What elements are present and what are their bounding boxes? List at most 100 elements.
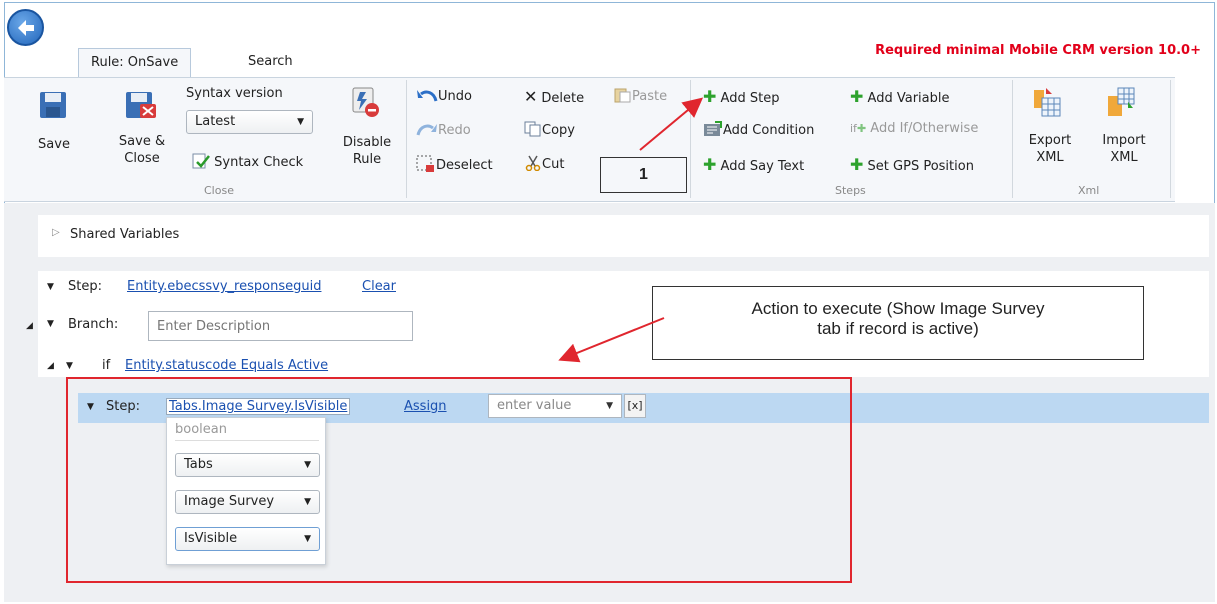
tab-search[interactable]: Search	[236, 48, 305, 77]
shared-variables-label: Shared Variables	[70, 227, 180, 242]
add-step-label: Add Step	[720, 91, 780, 106]
add-if-otherwise-label: Add If/Otherwise	[870, 121, 979, 136]
plus-icon: ✚	[850, 87, 864, 106]
disable-label-2: Rule	[352, 152, 382, 167]
add-step-button[interactable]: ✚ Add Step	[703, 87, 779, 106]
cut-label: Cut	[542, 157, 565, 172]
add-condition-button[interactable]: Add Condition	[703, 121, 814, 138]
collapse-triangle-icon[interactable]: ▼	[47, 319, 54, 329]
set-gps-button[interactable]: ✚ Set GPS Position	[850, 155, 974, 174]
if-label: if	[102, 358, 111, 373]
save-button[interactable]: Save	[34, 90, 74, 153]
tab-rule-label: Rule: OnSave	[91, 55, 179, 70]
syntax-version-value: Latest	[195, 114, 236, 129]
set-gps-label: Set GPS Position	[867, 159, 974, 174]
group-separator	[1012, 80, 1013, 198]
copy-label: Copy	[542, 123, 575, 138]
disable-rule-button[interactable]: Disable Rule	[338, 86, 396, 168]
collapse-triangle-icon[interactable]: ▼	[66, 361, 73, 371]
add-variable-button[interactable]: ✚ Add Variable	[850, 87, 949, 106]
tab-search-label: Search	[248, 54, 293, 69]
group-separator	[1170, 80, 1171, 198]
group-separator	[690, 80, 691, 198]
copy-icon	[524, 121, 541, 137]
plus-icon: ✚	[703, 155, 717, 174]
export-xml-icon	[1034, 88, 1061, 117]
undo-label: Undo	[438, 89, 472, 104]
if-collapse-icon[interactable]: ◢	[47, 361, 54, 371]
add-say-text-button[interactable]: ✚ Add Say Text	[703, 155, 804, 174]
add-say-text-label: Add Say Text	[720, 159, 805, 174]
cut-button[interactable]: Cut	[524, 155, 564, 172]
collapse-triangle-icon[interactable]: ▼	[47, 282, 54, 292]
tab-rule[interactable]: Rule: OnSave	[78, 48, 192, 77]
condition-link[interactable]: Entity.statuscode Equals Active	[125, 358, 328, 373]
version-requirement: Required minimal Mobile CRM version 10.0…	[875, 43, 1201, 58]
syntax-check-label: Syntax Check	[214, 155, 304, 170]
clear-link[interactable]: Clear	[362, 279, 396, 294]
plus-icon: ✚	[703, 87, 717, 106]
import-label-1: Import	[1102, 133, 1146, 148]
redo-icon	[416, 124, 437, 136]
back-button[interactable]	[7, 9, 44, 46]
callout-line-1: Action to execute (Show Image Survey	[751, 299, 1045, 318]
branch-description-input[interactable]	[148, 311, 413, 341]
export-label-2: XML	[1036, 150, 1064, 165]
annotation-callout: Action to execute (Show Image Survey tab…	[652, 286, 1144, 360]
deselect-icon	[416, 155, 434, 172]
paste-icon	[614, 88, 631, 103]
deselect-label: Deselect	[436, 158, 493, 173]
branch-collapse-icon[interactable]: ◢	[26, 321, 33, 331]
callout-line-2: tab if record is active)	[817, 319, 979, 338]
add-if-otherwise-button[interactable]: if✚ Add If/Otherwise	[850, 121, 978, 136]
disable-label-1: Disable	[342, 135, 392, 150]
undo-icon	[417, 90, 438, 102]
group-separator	[406, 80, 407, 198]
delete-icon: ✕	[524, 87, 538, 106]
import-xml-button[interactable]: Import XML	[1096, 86, 1152, 166]
save-close-button[interactable]: Save & Close	[112, 90, 172, 167]
group-xml-label: Xml	[1078, 184, 1100, 197]
delete-button[interactable]: ✕ Delete	[524, 87, 584, 106]
import-xml-icon	[1108, 87, 1135, 116]
paste-label: Paste	[632, 89, 668, 104]
branch-label: Branch:	[68, 317, 119, 332]
chevron-down-icon: ▼	[297, 117, 304, 127]
save-label: Save	[38, 137, 70, 152]
save-close-icon	[126, 92, 156, 118]
save-close-label-2: Close	[124, 151, 160, 166]
step-variable-link[interactable]: Entity.ebecssvy_responseguid	[127, 279, 321, 294]
copy-button[interactable]: Copy	[524, 121, 575, 138]
syntax-version-label: Syntax version	[186, 86, 283, 101]
export-xml-button[interactable]: Export XML	[1022, 86, 1078, 166]
scissors-icon	[525, 155, 541, 172]
group-close-label: Close	[204, 184, 234, 197]
save-icon	[40, 92, 66, 118]
shared-variables-panel[interactable]: ▷ Shared Variables	[38, 215, 1209, 257]
import-label-2: XML	[1110, 150, 1138, 165]
step-label: Step:	[68, 279, 102, 294]
add-condition-label: Add Condition	[723, 123, 815, 138]
export-label-1: Export	[1028, 133, 1072, 148]
plus-icon: ✚	[850, 155, 864, 174]
delete-label: Delete	[541, 91, 585, 106]
expand-triangle-icon: ▷	[52, 227, 60, 238]
arrow-left-icon	[18, 20, 34, 36]
highlight-box	[66, 377, 852, 583]
if-plus-icon: if✚	[850, 122, 867, 135]
disable-rule-icon	[352, 87, 379, 117]
redo-label: Redo	[438, 123, 471, 138]
syntax-check-icon	[192, 153, 210, 169]
undo-button[interactable]: Undo	[416, 87, 472, 104]
add-variable-label: Add Variable	[867, 91, 950, 106]
paste-button[interactable]: Paste	[614, 87, 667, 104]
deselect-button[interactable]: Deselect	[416, 155, 493, 173]
group-steps-label: Steps	[835, 184, 866, 197]
redo-button[interactable]: Redo	[416, 121, 471, 138]
add-condition-icon	[704, 121, 722, 136]
ribbon	[4, 77, 1175, 202]
syntax-check-button[interactable]: Syntax Check	[192, 153, 303, 170]
syntax-version-select[interactable]: Latest ▼	[186, 110, 313, 134]
annotation-number-box: 1	[600, 157, 687, 193]
save-close-label-1: Save &	[118, 134, 166, 149]
